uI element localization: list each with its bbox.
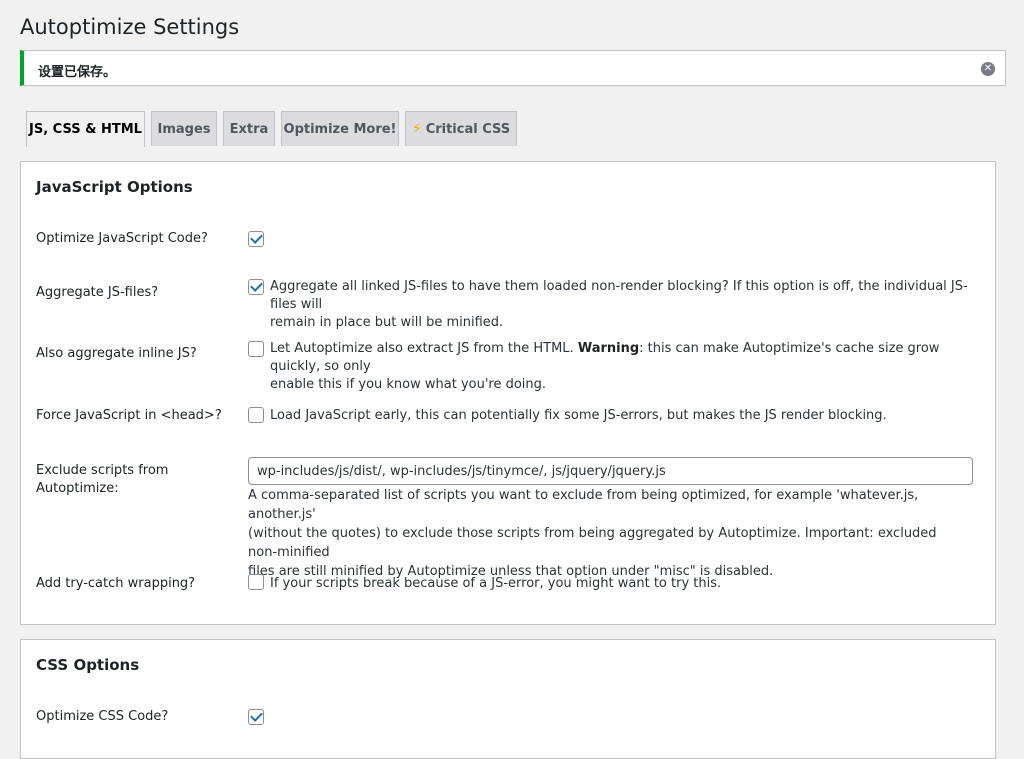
section-heading: JavaScript Options — [36, 178, 193, 196]
css-options-panel: CSS Options Optimize CSS Code? — [20, 639, 996, 759]
optimize-css-label: Optimize CSS Code? — [36, 709, 169, 724]
help-line: (without the quotes) to exclude those sc… — [248, 526, 937, 560]
optimize-js-label: Optimize JavaScript Code? — [36, 231, 208, 246]
tab-images[interactable]: Images — [151, 111, 217, 146]
force-head-label: Force JavaScript in <head>? — [36, 408, 222, 423]
inline-js-description: Let Autoptimize also extract JS from the… — [270, 340, 980, 394]
warning-text: Warning — [577, 341, 640, 356]
try-catch-description: If your scripts break because of a JS-er… — [270, 576, 722, 591]
optimize-js-checkbox[interactable] — [248, 231, 264, 247]
force-head-description: Load JavaScript early, this can potentia… — [270, 408, 887, 423]
description-line: Aggregate all linked JS-files to have th… — [270, 279, 968, 312]
tab-label: Images — [157, 122, 211, 137]
label-line: Autoptimize: — [36, 481, 119, 496]
javascript-options-panel: JavaScript Options Optimize JavaScript C… — [20, 161, 996, 625]
force-head-checkbox[interactable] — [248, 407, 264, 423]
close-circle-icon[interactable]: ✕ — [981, 62, 995, 76]
exclude-scripts-help: A comma-separated list of scripts you wa… — [248, 486, 968, 581]
success-notice: 设置已保存。 ✕ — [20, 50, 1006, 86]
inline-js-checkbox[interactable] — [248, 341, 264, 357]
inline-js-label: Also aggregate inline JS? — [36, 346, 197, 361]
aggregate-js-label: Aggregate JS-files? — [36, 285, 159, 300]
description-line: remain in place but will be minified. — [270, 315, 504, 330]
tab-label: Critical CSS — [425, 122, 511, 137]
tab-optimize-more[interactable]: Optimize More! — [281, 111, 399, 146]
aggregate-js-description: Aggregate all linked JS-files to have th… — [270, 278, 980, 332]
tab-label: Extra — [229, 122, 269, 137]
tab-label: JS, CSS & HTML — [29, 122, 142, 137]
try-catch-checkbox[interactable] — [248, 574, 264, 590]
section-heading: CSS Options — [36, 656, 140, 674]
label-line: Exclude scripts from — [36, 463, 169, 478]
page-title: Autoptimize Settings — [20, 15, 240, 39]
description-line: enable this if you know what you're doin… — [270, 377, 547, 392]
tab-extra[interactable]: Extra — [223, 111, 275, 146]
optimize-css-checkbox[interactable] — [248, 709, 264, 725]
aggregate-js-checkbox[interactable] — [248, 279, 264, 295]
try-catch-label: Add try-catch wrapping? — [36, 576, 196, 591]
exclude-scripts-input[interactable] — [248, 457, 973, 485]
help-line: A comma-separated list of scripts you wa… — [248, 488, 919, 522]
tab-critical-css[interactable]: ⚡ Critical CSS — [405, 111, 517, 146]
tab-label: Optimize More! — [283, 122, 397, 137]
description-text: Let Autoptimize also extract JS from the… — [270, 341, 578, 356]
lightning-bolt-icon: ⚡ — [411, 121, 422, 137]
description-line: Let Autoptimize also extract JS from the… — [270, 340, 980, 376]
tab-js-css-html[interactable]: JS, CSS & HTML — [26, 111, 145, 147]
exclude-scripts-label: Exclude scripts from Autoptimize: — [36, 462, 236, 498]
notice-text: 设置已保存。 — [38, 65, 117, 80]
